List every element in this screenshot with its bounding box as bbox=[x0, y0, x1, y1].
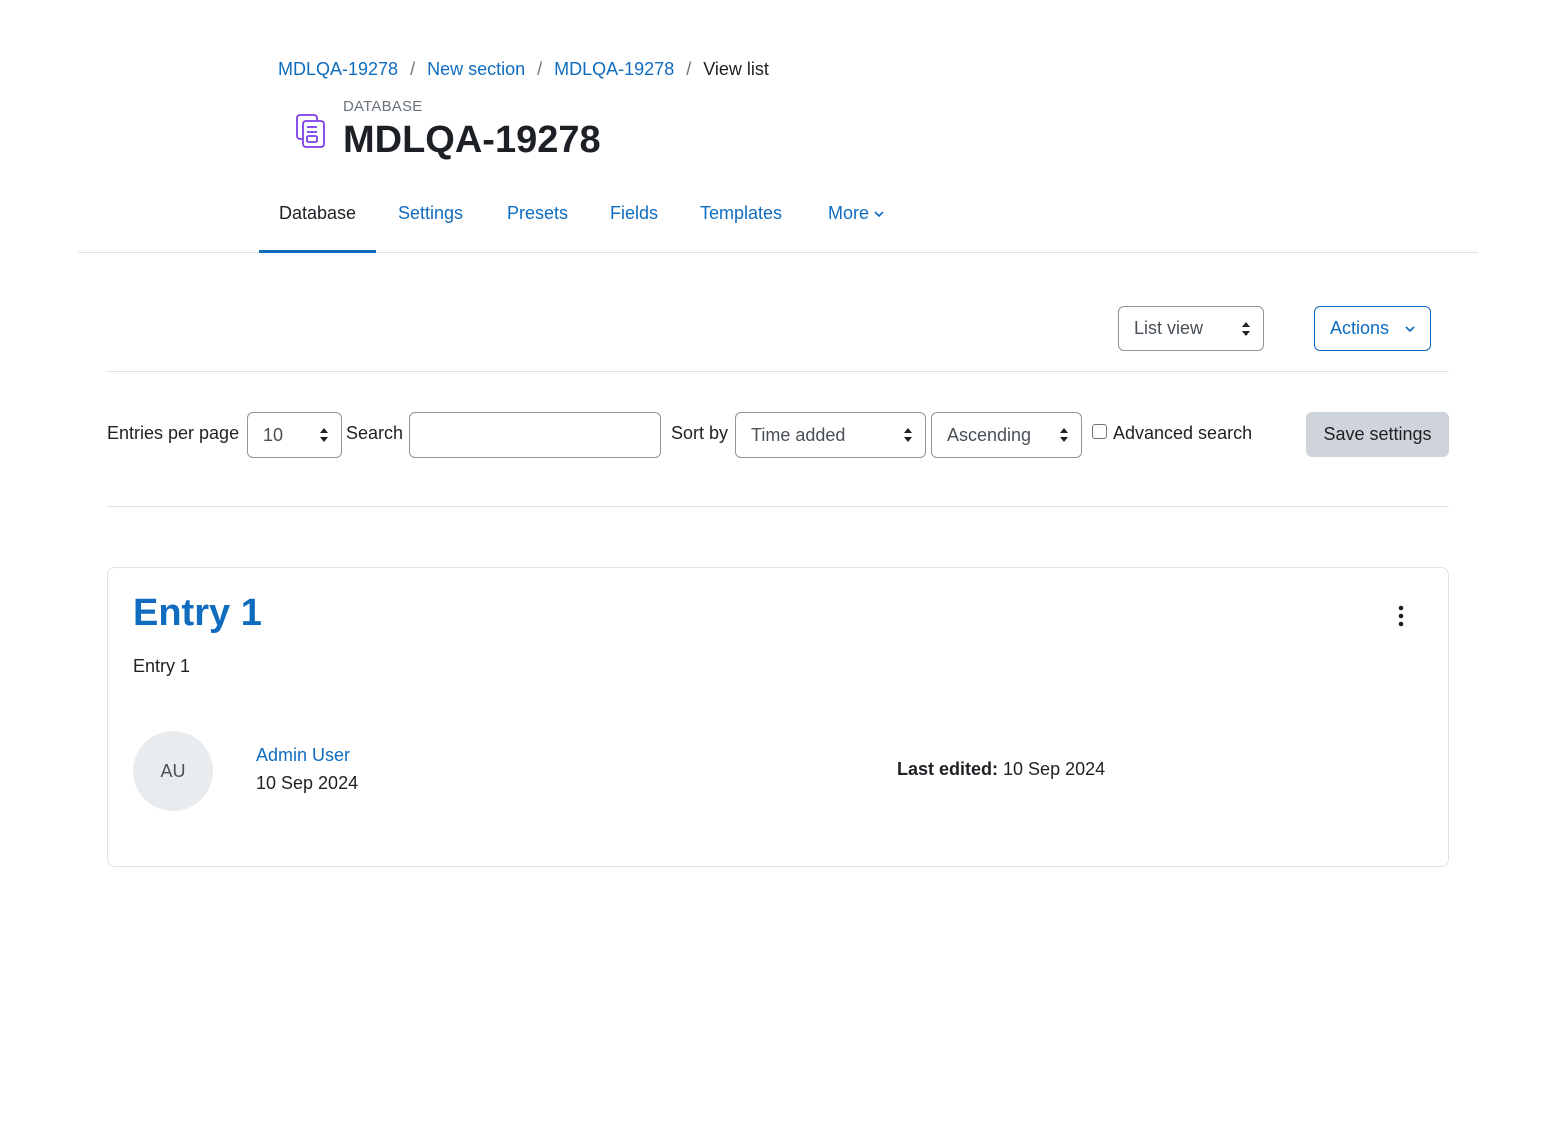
page-title: MDLQA-19278 bbox=[343, 119, 601, 161]
select-arrows-icon bbox=[320, 428, 328, 442]
breadcrumb-link-activity[interactable]: MDLQA-19278 bbox=[554, 57, 674, 81]
activity-purpose-label: DATABASE bbox=[343, 98, 423, 115]
sort-by-label: Sort by bbox=[671, 423, 729, 443]
tab-database[interactable]: Database bbox=[259, 190, 377, 253]
breadcrumb-current: View list bbox=[703, 59, 769, 79]
sort-field-select[interactable]: Time added bbox=[735, 412, 926, 458]
secondary-navigation: Database Settings Presets Fields Templat… bbox=[78, 190, 1478, 253]
entry-card: Entry 1 Entry 1 AU Admin User 10 Sep 202… bbox=[107, 567, 1449, 867]
entry-date: 10 Sep 2024 bbox=[256, 773, 359, 793]
save-settings-button[interactable]: Save settings bbox=[1306, 412, 1449, 457]
avatar: AU bbox=[133, 731, 213, 811]
search-input[interactable] bbox=[409, 412, 661, 458]
actions-button-label: Actions bbox=[1330, 318, 1390, 338]
entry-content: Entry 1 bbox=[133, 656, 191, 676]
select-arrows-icon bbox=[1242, 321, 1250, 336]
entries-per-page-select[interactable]: 10 bbox=[247, 412, 342, 458]
breadcrumb-link-course[interactable]: MDLQA-19278 bbox=[278, 57, 398, 81]
chevron-down-icon bbox=[874, 211, 884, 218]
entries-per-page-label: Entries per page bbox=[107, 423, 240, 443]
author-link[interactable]: Admin User bbox=[256, 745, 350, 766]
search-label: Search bbox=[346, 423, 404, 443]
last-edited-label: Last edited: bbox=[897, 759, 999, 779]
divider bbox=[107, 506, 1449, 507]
tab-presets[interactable]: Presets bbox=[487, 190, 588, 253]
select-arrows-icon bbox=[904, 428, 912, 442]
view-select[interactable]: List view bbox=[1118, 306, 1264, 351]
chevron-down-icon bbox=[1405, 326, 1415, 333]
tab-settings[interactable]: Settings bbox=[378, 190, 483, 253]
view-select-value: List view bbox=[1134, 318, 1204, 338]
database-icon bbox=[295, 113, 327, 149]
tab-more-label: More bbox=[828, 203, 870, 223]
breadcrumb-separator: / bbox=[537, 59, 543, 79]
tab-fields[interactable]: Fields bbox=[590, 190, 678, 253]
entries-per-page-value: 10 bbox=[263, 424, 284, 445]
advanced-search-label[interactable]: Advanced search bbox=[1113, 423, 1252, 444]
sort-order-select[interactable]: Ascending bbox=[931, 412, 1082, 458]
breadcrumb: MDLQA-19278 / New section / MDLQA-19278 … bbox=[278, 57, 769, 81]
actions-button[interactable]: Actions bbox=[1314, 306, 1431, 351]
entry-title[interactable]: Entry 1 bbox=[133, 592, 262, 635]
advanced-search-checkbox[interactable] bbox=[1092, 424, 1107, 439]
tab-more[interactable]: More bbox=[808, 190, 905, 253]
last-edited-value: 10 Sep 2024 bbox=[1003, 759, 1106, 779]
sort-field-value: Time added bbox=[751, 424, 846, 445]
sort-order-value: Ascending bbox=[947, 424, 1032, 445]
tab-templates[interactable]: Templates bbox=[680, 190, 802, 253]
kebab-menu-icon[interactable] bbox=[1391, 604, 1411, 628]
breadcrumb-separator: / bbox=[410, 59, 416, 79]
last-edited: Last edited: 10 Sep 2024 bbox=[897, 759, 1105, 780]
select-arrows-icon bbox=[1060, 428, 1068, 442]
breadcrumb-separator: / bbox=[686, 59, 692, 79]
breadcrumb-link-section[interactable]: New section bbox=[427, 57, 525, 81]
divider bbox=[107, 371, 1449, 372]
